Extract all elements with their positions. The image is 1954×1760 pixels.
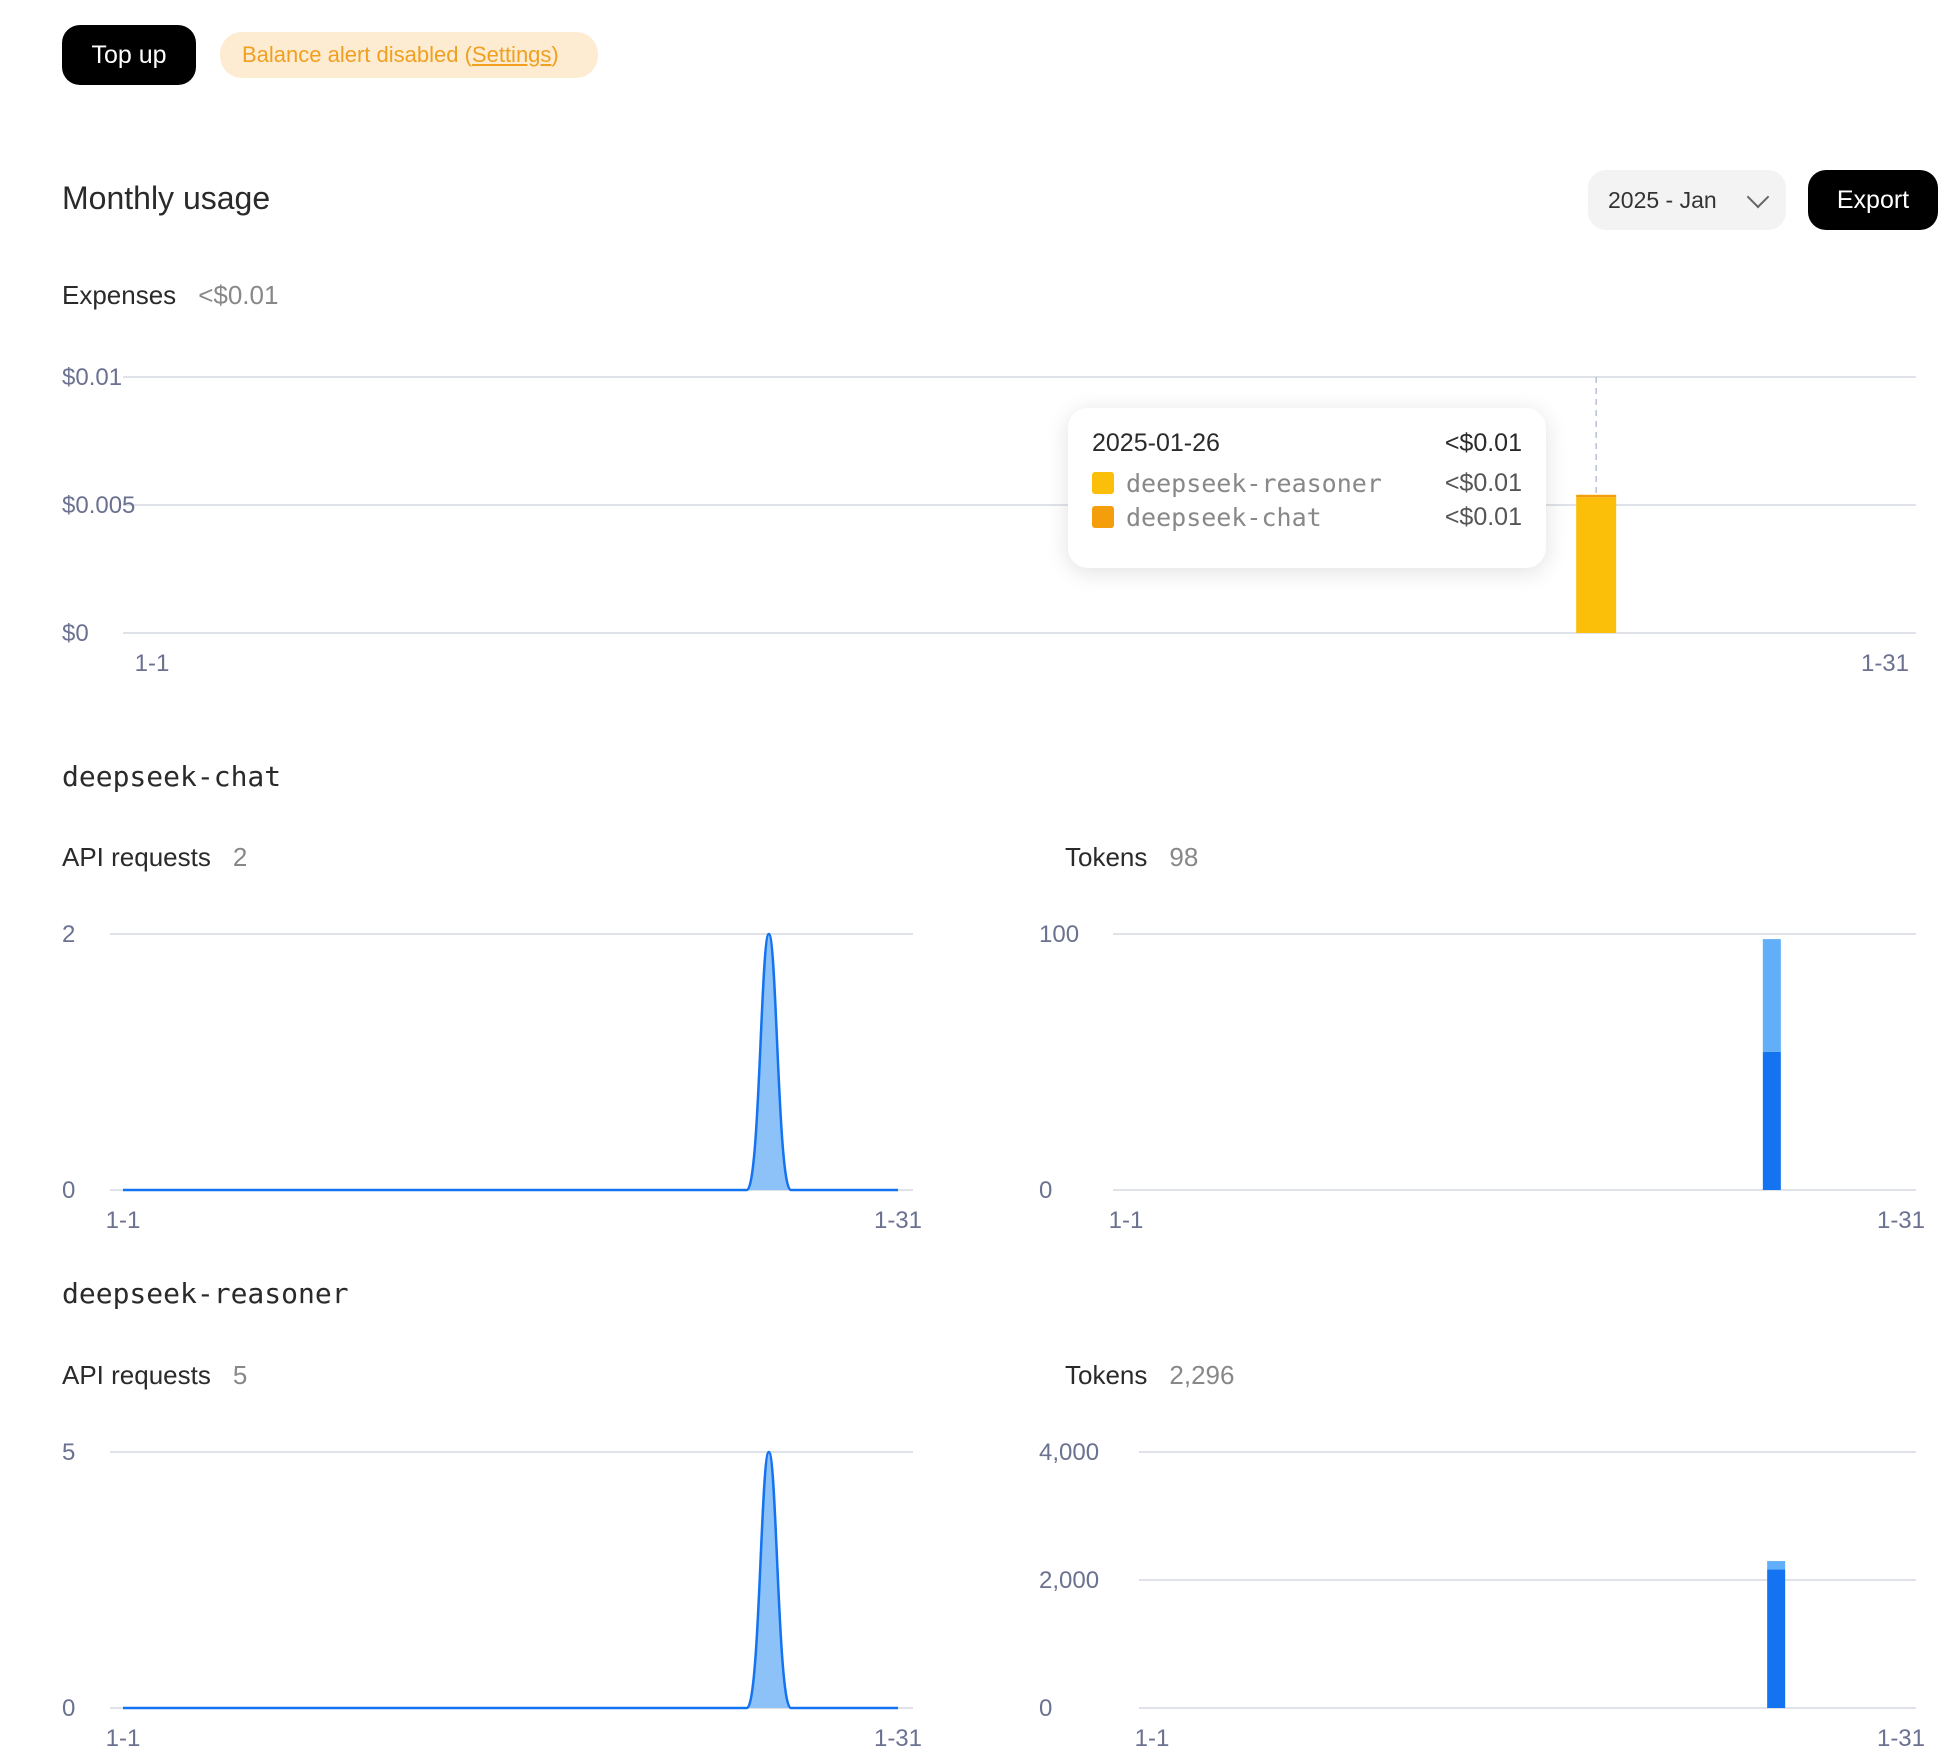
y-tick-label: $0.005: [62, 492, 135, 519]
y-tick-label: 100: [1039, 921, 1079, 948]
chat-requests-chart: 0 2 1-1 1-31: [62, 921, 922, 1234]
y-tick-label: $0: [62, 620, 89, 647]
tokens-value: 98: [1169, 842, 1199, 872]
tooltip-row-name: deepseek-reasoner: [1126, 468, 1382, 498]
month-select[interactable]: 2025 - Jan: [1588, 170, 1786, 230]
balance-alert-text: Balance alert disabled (: [242, 42, 472, 67]
reasoner-tokens-chart: 0 2,000 4,000 1-1 1-31: [1039, 1439, 1925, 1752]
tooltip-row-chat: deepseek-chat <$0.01: [1092, 500, 1522, 534]
chat-tokens-summary: Tokens 98: [1065, 842, 1198, 873]
bar: [1576, 494, 1617, 498]
requests-value: 5: [232, 1360, 248, 1390]
expenses-value: <$0.01: [198, 280, 279, 310]
expenses-tooltip: 2025-01-26 <$0.01 deepseek-reasoner <$0.…: [1068, 408, 1546, 568]
reasoner-tokens-summary: Tokens 2,296: [1065, 1360, 1234, 1391]
y-tick-label: 0: [62, 1177, 75, 1204]
chat-requests-summary: API requests 2: [62, 842, 247, 873]
requests-value: 2: [232, 842, 248, 872]
x-tick-label: 1-1: [135, 650, 170, 677]
y-tick-label: 5: [62, 1439, 75, 1466]
reasoner-requests-summary: API requests 5: [62, 1360, 247, 1391]
tokens-value: 2,296: [1169, 1360, 1235, 1390]
bar: [1762, 1051, 1781, 1190]
x-tick-label: 1-1: [106, 1207, 141, 1234]
y-tick-label: 0: [1039, 1695, 1052, 1722]
expenses-label: Expenses: [62, 280, 177, 310]
bar: [1767, 1569, 1786, 1708]
x-tick-label: 1-1: [1135, 1725, 1170, 1752]
bar: [1767, 1561, 1786, 1570]
y-tick-label: 2: [62, 921, 75, 948]
requests-label: API requests: [62, 842, 211, 872]
x-tick-label: 1-31: [1877, 1725, 1925, 1752]
y-tick-label: 0: [1039, 1177, 1052, 1204]
reasoner-requests-chart: 0 5 1-1 1-31: [62, 1439, 922, 1752]
tokens-label: Tokens: [1065, 1360, 1148, 1390]
export-button[interactable]: Export: [1808, 170, 1938, 230]
y-tick-label: 2,000: [1039, 1567, 1099, 1594]
chat-tokens-chart: 0 100 1-1 1-31: [1039, 921, 1925, 1234]
tooltip-row-value: <$0.01: [1444, 468, 1522, 497]
tokens-label: Tokens: [1065, 842, 1148, 872]
month-select-value: 2025 - Jan: [1608, 186, 1717, 213]
legend-swatch-reasoner: [1092, 472, 1114, 494]
x-tick-label: 1-31: [874, 1207, 922, 1234]
export-label: Export: [1836, 185, 1910, 214]
requests-label: API requests: [62, 1360, 211, 1390]
balance-alert-close-paren: ): [551, 42, 559, 67]
x-tick-label: 1-31: [1877, 1207, 1925, 1234]
tooltip-row-value: <$0.01: [1444, 502, 1522, 531]
x-tick-label: 1-1: [106, 1725, 141, 1752]
tooltip-total: <$0.01: [1444, 428, 1522, 457]
legend-swatch-chat: [1092, 506, 1114, 528]
settings-link[interactable]: Settings: [472, 42, 552, 68]
balance-alert-badge: Balance alert disabled (Settings): [220, 32, 598, 78]
top-up-label: Top up: [91, 40, 167, 69]
y-tick-label: $0.01: [62, 364, 122, 391]
y-tick-label: 0: [62, 1695, 75, 1722]
model-heading-chat: deepseek-chat: [62, 760, 282, 793]
expenses-chart: $0 $0.005 $0.01 1-1 1-31: [62, 364, 1916, 677]
expenses-summary: Expenses <$0.01: [62, 280, 278, 311]
tooltip-date: 2025-01-26: [1092, 428, 1220, 457]
x-tick-label: 1-31: [1861, 650, 1909, 677]
model-heading-reasoner: deepseek-reasoner: [62, 1277, 349, 1310]
top-up-button[interactable]: Top up: [62, 25, 196, 85]
bar: [1762, 939, 1781, 1052]
x-tick-label: 1-31: [874, 1725, 922, 1752]
y-tick-label: 4,000: [1039, 1439, 1099, 1466]
tooltip-row-reasoner: deepseek-reasoner <$0.01: [1092, 466, 1522, 500]
x-tick-label: 1-1: [1109, 1207, 1144, 1234]
chevron-down-icon: [1746, 185, 1770, 209]
monthly-usage-title: Monthly usage: [62, 180, 271, 216]
tooltip-row-name: deepseek-chat: [1126, 502, 1322, 532]
bar: [1576, 497, 1617, 633]
